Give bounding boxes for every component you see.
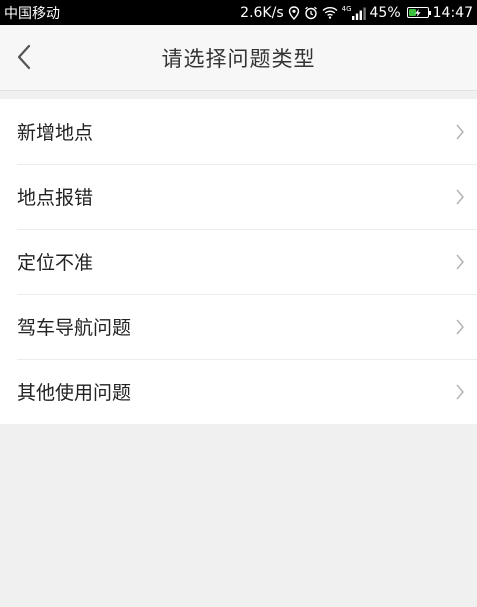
screen: 中国移动 2.6K/s 4G 45% 14:47 请选择问题类型 新增地点 地点… bbox=[0, 0, 477, 607]
network-type-label: 4G bbox=[341, 4, 352, 13]
network-speed: 2.6K/s bbox=[240, 4, 284, 21]
list-item-driving-navigation[interactable]: 驾车导航问题 bbox=[0, 294, 477, 359]
list-item-label: 定位不准 bbox=[17, 252, 94, 274]
chevron-right-icon bbox=[456, 254, 464, 269]
chevron-right-icon bbox=[456, 189, 464, 204]
chevron-left-icon bbox=[17, 44, 31, 70]
list-item-label: 其他使用问题 bbox=[17, 382, 132, 404]
alarm-icon bbox=[304, 6, 318, 20]
chevron-right-icon bbox=[456, 319, 464, 334]
status-left: 中国移动 bbox=[4, 0, 60, 25]
page-title: 请选择问题类型 bbox=[161, 47, 316, 71]
battery-percent: 45% bbox=[369, 4, 401, 21]
wifi-icon bbox=[322, 6, 338, 19]
list-item-new-place[interactable]: 新增地点 bbox=[0, 99, 477, 164]
location-icon bbox=[288, 5, 300, 20]
battery-icon bbox=[406, 7, 431, 18]
charging-icon bbox=[414, 8, 421, 17]
status-right: 2.6K/s 4G 45% 14:47 bbox=[240, 0, 473, 25]
chevron-right-icon bbox=[456, 124, 464, 139]
list-item-label: 驾车导航问题 bbox=[17, 317, 132, 339]
list-item-place-error[interactable]: 地点报错 bbox=[0, 164, 477, 229]
list-item-label: 地点报错 bbox=[17, 187, 94, 209]
list-item-label: 新增地点 bbox=[17, 122, 94, 144]
battery-cap bbox=[428, 11, 431, 15]
carrier-label: 中国移动 bbox=[4, 5, 60, 22]
problem-type-list: 新增地点 地点报错 定位不准 驾车导航问题 其他使用问题 bbox=[0, 99, 477, 424]
clock: 14:47 bbox=[432, 4, 473, 21]
cellular-signal-icon: 4G bbox=[341, 4, 366, 20]
header: 请选择问题类型 bbox=[0, 25, 477, 91]
list-item-location-inaccurate[interactable]: 定位不准 bbox=[0, 229, 477, 294]
back-button[interactable] bbox=[8, 33, 40, 81]
list-item-other-usage[interactable]: 其他使用问题 bbox=[0, 359, 477, 424]
chevron-right-icon bbox=[456, 384, 464, 399]
status-bar: 中国移动 2.6K/s 4G 45% 14:47 bbox=[0, 0, 477, 25]
